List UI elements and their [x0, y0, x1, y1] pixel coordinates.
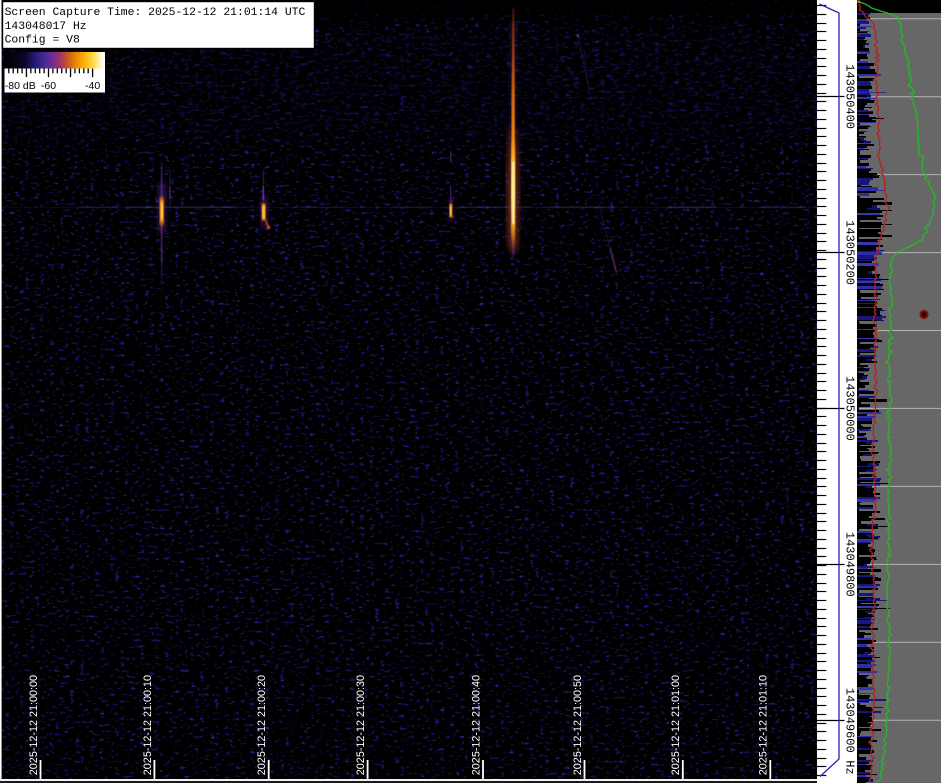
svg-text:2025-12-12 21:00:30: 2025-12-12 21:00:30	[355, 675, 367, 775]
svg-text:-80 dB: -80 dB	[5, 80, 36, 92]
svg-text:Screen Capture Time: 2025-12-1: Screen Capture Time: 2025-12-12 21:01:14…	[5, 7, 306, 19]
svg-text:2025-12-12 21:00:10: 2025-12-12 21:00:10	[142, 675, 154, 775]
svg-text:143048017 Hz: 143048017 Hz	[5, 21, 87, 33]
svg-text:-40: -40	[85, 80, 100, 92]
svg-text:2025-12-12 21:00:50: 2025-12-12 21:00:50	[572, 675, 584, 775]
svg-text:Hz: Hz	[843, 760, 857, 774]
svg-text:2025-12-12 21:00:40: 2025-12-12 21:00:40	[470, 675, 482, 775]
svg-text:Config = V8: Config = V8	[5, 34, 80, 46]
svg-text:143050000: 143050000	[843, 376, 857, 441]
svg-text:143049600: 143049600	[843, 688, 857, 753]
svg-text:2025-12-12 21:00:00: 2025-12-12 21:00:00	[28, 675, 40, 775]
svg-text:2025-12-12 21:01:00: 2025-12-12 21:01:00	[670, 675, 682, 775]
svg-text:2025-12-12 21:01:10: 2025-12-12 21:01:10	[758, 675, 770, 775]
svg-text:2025-12-12 21:00:20: 2025-12-12 21:00:20	[256, 675, 268, 775]
svg-text:143050400: 143050400	[843, 64, 857, 129]
svg-text:-60: -60	[41, 80, 56, 92]
svg-text:143049800: 143049800	[843, 532, 857, 597]
svg-text:143050200: 143050200	[843, 220, 857, 285]
